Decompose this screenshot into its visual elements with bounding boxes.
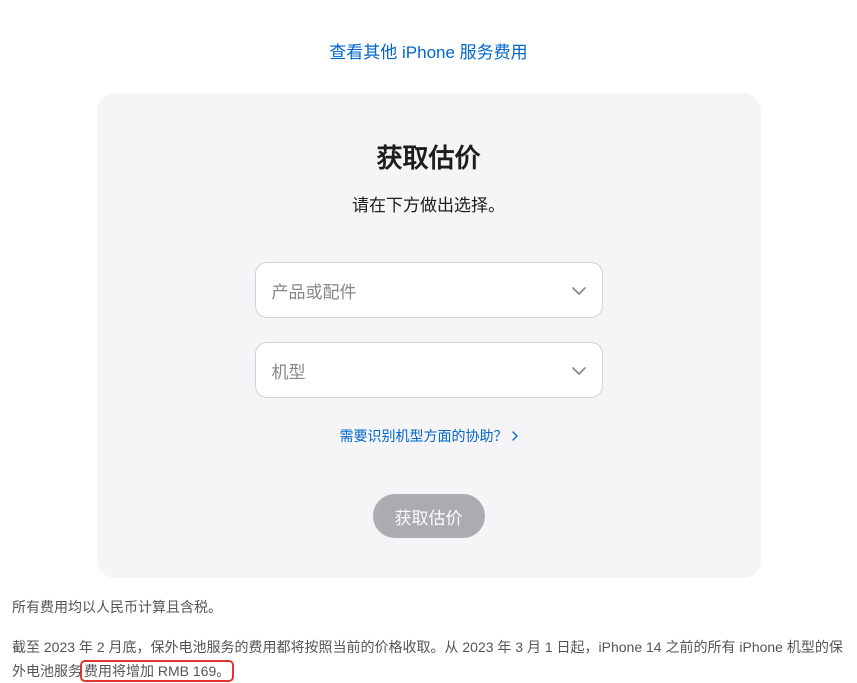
get-estimate-button[interactable]: 获取估价 [373, 494, 485, 538]
chevron-right-icon [512, 428, 518, 444]
chevron-down-icon [572, 360, 586, 380]
model-select-placeholder: 机型 [272, 358, 306, 383]
footnote-line-2: 截至 2023 年 2 月底，保外电池服务的费用都将按照当前的价格收取。从 20… [12, 636, 845, 683]
chevron-down-icon [572, 280, 586, 300]
product-select-placeholder: 产品或配件 [272, 278, 357, 303]
card-title: 获取估价 [137, 138, 721, 175]
help-link-text: 需要识别机型方面的协助？ [340, 426, 508, 446]
card-subtitle: 请在下方做出选择。 [137, 191, 721, 216]
help-link[interactable]: 需要识别机型方面的协助？ [340, 426, 518, 446]
footnote-line-1: 所有费用均以人民币计算且含税。 [12, 596, 845, 620]
product-select[interactable]: 产品或配件 [255, 262, 603, 318]
model-select[interactable]: 机型 [255, 342, 603, 398]
other-services-link[interactable]: 查看其他 iPhone 服务费用 [329, 43, 527, 62]
estimate-card: 获取估价 请在下方做出选择。 产品或配件 机型 需要识别机型方面的协助？ 获取估… [97, 93, 761, 578]
footnote: 所有费用均以人民币计算且含税。 截至 2023 年 2 月底，保外电池服务的费用… [0, 578, 857, 683]
